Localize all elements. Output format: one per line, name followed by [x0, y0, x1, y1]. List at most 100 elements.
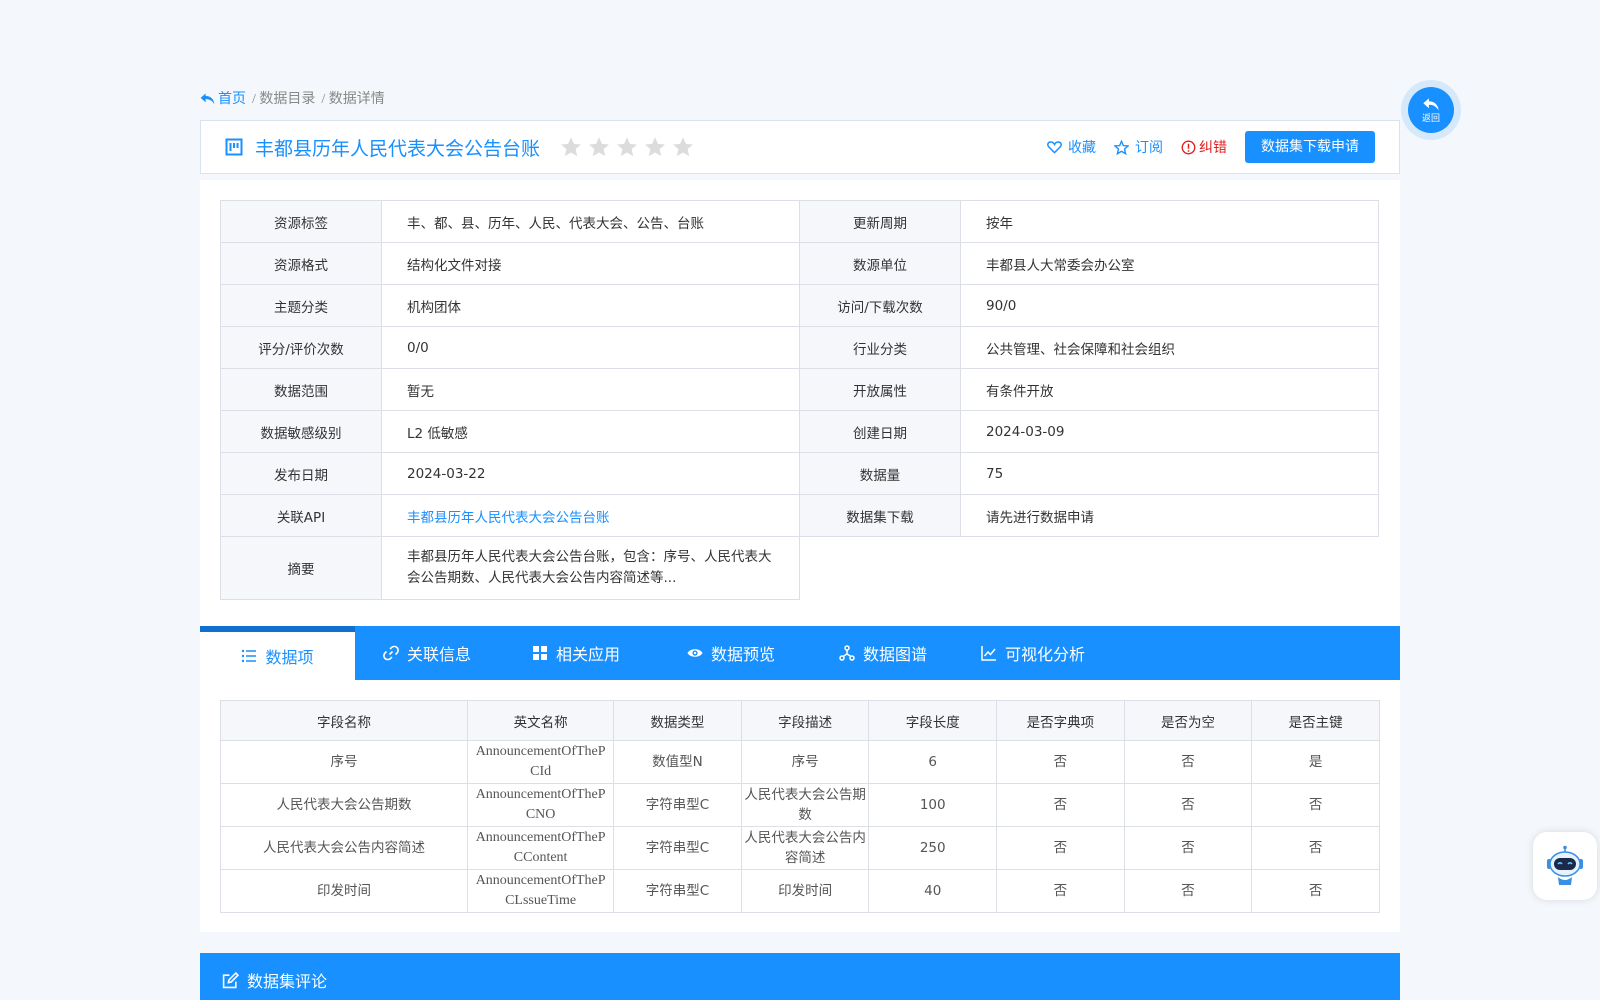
report-error-button[interactable]: 纠错: [1181, 137, 1227, 157]
breadcrumb: 首页 / 数据目录 / 数据详情: [200, 88, 385, 108]
star-outline-icon: [1114, 139, 1129, 155]
favorite-label: 收藏: [1068, 140, 1096, 156]
info-row: 评分/评价次数 0/0 行业分类 公共管理、社会保障和社会组织: [220, 326, 1379, 369]
info-value: 暂无: [381, 368, 800, 411]
report-error-label: 纠错: [1199, 140, 1227, 156]
related-api-link[interactable]: 丰都县历年人民代表大会公告台账: [381, 494, 800, 537]
table-cell: 否: [996, 869, 1125, 913]
info-value: 丰、都、县、历年、人民、代表大会、公告、台账: [381, 200, 800, 243]
data-items-panel: 字段名称 英文名称 数据类型 字段描述 字段长度 是否字典项 是否为空 是否主键 序号 Anno…: [200, 680, 1400, 932]
summary-value: 丰都县历年人民代表大会公告台账，包含：序号、人民代表大会公告期数、人民代表大会公…: [381, 536, 800, 600]
comments-section-header: 数据集评论: [200, 953, 1400, 1000]
table-cell: 6: [868, 740, 998, 784]
graph-icon: [839, 645, 855, 661]
table-cell: 250: [868, 826, 998, 870]
info-label: 资源标签: [220, 200, 382, 243]
table-row: 人民代表大会公告内容简述 AnnouncementOfThePCContent 字符…: [219, 826, 1380, 870]
info-row: 数据范围 暂无 开放属性 有条件开放: [220, 368, 1379, 411]
rating-star-icon[interactable]: [672, 136, 694, 158]
link-icon: [383, 645, 399, 661]
table-cell: 否: [996, 783, 1125, 827]
dataset-info-table: 资源标签 丰、都、县、历年、人民、代表大会、公告、台账 更新周期 按年 资源格式 结构化文…: [220, 200, 1379, 600]
table-cell: 人民代表大会公告期数: [219, 783, 469, 827]
info-value: 有条件开放: [960, 368, 1379, 411]
table-cell: AnnouncementOfThePCLssueTime: [467, 869, 615, 913]
table-cell: 人民代表大会公告内容简述: [740, 826, 870, 870]
column-header: 字段长度: [868, 700, 998, 741]
table-cell: 数值型N: [613, 740, 742, 784]
info-row: 关联API 丰都县历年人民代表大会公告台账 数据集下载 请先进行数据申请: [220, 494, 1379, 537]
info-value: 2024-03-09: [960, 410, 1379, 453]
tab-related-info[interactable]: 关联信息: [357, 626, 497, 680]
rating-star-icon[interactable]: [644, 136, 666, 158]
info-label: 数据集下载: [799, 494, 961, 537]
rating-stars[interactable]: [560, 136, 694, 158]
favorite-button[interactable]: 收藏: [1047, 137, 1096, 157]
tab-visual-analysis[interactable]: 可视化分析: [959, 626, 1107, 680]
tab-label: 数据图谱: [862, 645, 927, 664]
heart-icon: [1047, 141, 1062, 154]
breadcrumb-catalog[interactable]: / 数据目录: [252, 88, 315, 108]
info-value: 0/0: [381, 326, 800, 369]
data-items-table: 字段名称 英文名称 数据类型 字段描述 字段长度 是否字典项 是否为空 是否主键 序号 Anno…: [219, 700, 1380, 913]
subscribe-label: 订阅: [1135, 140, 1163, 156]
column-header: 字段描述: [740, 700, 870, 741]
info-value: 按年: [960, 200, 1379, 243]
info-value: 公共管理、社会保障和社会组织: [960, 326, 1379, 369]
reply-icon: [200, 93, 215, 104]
table-row: 印发时间 AnnouncementOfThePCLssueTime 字符串型C 印发时…: [219, 869, 1380, 913]
tab-data-graph[interactable]: 数据图谱: [807, 626, 959, 680]
table-cell: 字符串型C: [613, 783, 742, 827]
comments-title: 数据集评论: [247, 972, 328, 991]
info-label: 访问/下载次数: [799, 284, 961, 327]
assistant-robot-button[interactable]: [1533, 832, 1597, 900]
subscribe-button[interactable]: 订阅: [1114, 137, 1163, 157]
info-label: 开放属性: [799, 368, 961, 411]
tab-data-items[interactable]: 数据项: [200, 626, 355, 680]
info-label: 数据量: [799, 452, 961, 495]
grid-icon: [532, 646, 547, 660]
table-cell: AnnouncementOfThePCId: [467, 740, 615, 784]
info-label: 数据敏感级别: [220, 410, 382, 453]
table-cell: 否: [996, 826, 1125, 870]
tab-label: 关联信息: [406, 645, 471, 664]
summary-spacer: [799, 536, 1379, 600]
detail-tabs: 数据项 关联信息 相关应用 数据预览 数据图谱 可视化分析: [200, 626, 1400, 680]
table-cell: 否: [996, 740, 1125, 784]
table-cell: AnnouncementOfThePCNO: [467, 783, 615, 827]
table-cell: 否: [1251, 783, 1380, 827]
table-cell: 否: [1123, 826, 1253, 870]
info-value: 丰都县人大常委会办公室: [960, 242, 1379, 285]
table-cell: 印发时间: [740, 869, 870, 913]
info-value: L2 低敏感: [381, 410, 800, 453]
table-row: 序号 AnnouncementOfThePCId 数值型N 序号 6 否否是: [219, 740, 1380, 784]
rating-star-icon[interactable]: [560, 136, 582, 158]
table-cell: 否: [1251, 826, 1380, 870]
table-cell: 40: [868, 869, 998, 913]
column-header: 是否字典项: [996, 700, 1125, 741]
info-row: 发布日期 2024-03-22 数据量 75: [220, 452, 1379, 495]
info-label: 行业分类: [799, 326, 961, 369]
info-value: 90/0: [960, 284, 1379, 327]
table-row: 人民代表大会公告期数 AnnouncementOfThePCNO 字符串型C 人民代表…: [219, 783, 1380, 827]
breadcrumb-home[interactable]: 首页: [200, 88, 246, 108]
back-button[interactable]: 返回: [1401, 80, 1461, 140]
dataset-info-card: 资源标签 丰、都、县、历年、人民、代表大会、公告、台账 更新周期 按年 资源格式 结构化文…: [200, 180, 1400, 626]
tab-data-preview[interactable]: 数据预览: [655, 626, 807, 680]
tab-label: 可视化分析: [1004, 645, 1085, 664]
column-header: 字段名称: [219, 700, 469, 741]
rating-star-icon[interactable]: [588, 136, 610, 158]
info-row: 资源标签 丰、都、县、历年、人民、代表大会、公告、台账 更新周期 按年: [220, 200, 1379, 243]
info-value: 75: [960, 452, 1379, 495]
download-apply-button[interactable]: 数据集下载申请: [1245, 131, 1375, 163]
info-value: 2024-03-22: [381, 452, 800, 495]
table-cell: 否: [1251, 869, 1380, 913]
rating-star-icon[interactable]: [616, 136, 638, 158]
tab-related-apps[interactable]: 相关应用: [497, 626, 655, 680]
table-cell: 印发时间: [219, 869, 469, 913]
table-cell: 否: [1123, 869, 1253, 913]
tab-label: 数据预览: [710, 645, 775, 664]
dataset-header: 丰都县历年人民代表大会公告台账 收藏 订阅 纠错 数据集下载申请: [200, 120, 1400, 174]
robot-icon: [1547, 845, 1583, 885]
table-cell: 序号: [740, 740, 870, 784]
